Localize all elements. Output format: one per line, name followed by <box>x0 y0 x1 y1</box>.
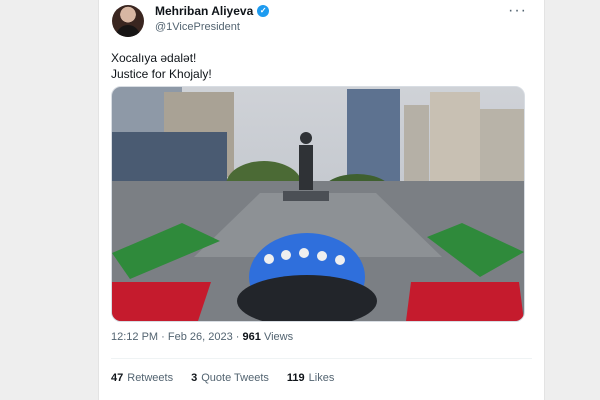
views-label: Views <box>263 331 294 343</box>
tweet-text: Xocalıya ədalət! Justice for Khojaly! <box>111 50 212 82</box>
right-tower-2 <box>430 92 480 187</box>
crowd-head <box>299 248 309 258</box>
crowd-head <box>317 251 327 261</box>
crowd-head <box>281 250 291 260</box>
author-name[interactable]: Mehriban Aliyeva <box>155 4 253 18</box>
retweets-label: Retweets <box>127 372 174 384</box>
tweet-text-line-2: Justice for Khojaly! <box>111 67 212 81</box>
photo-scene <box>112 87 524 321</box>
meta-separator: · <box>235 331 240 343</box>
views-count: 961 <box>242 331 261 343</box>
right-tower-1 <box>404 105 429 187</box>
author-name-row[interactable]: Mehriban Aliyeva ✓ <box>155 4 270 18</box>
tweet-time[interactable]: 12:12 PM <box>111 331 158 343</box>
meta-separator: · <box>161 331 165 343</box>
tweet-text-line-1: Xocalıya ədalət! <box>111 51 197 65</box>
engagement-stats: 47 Retweets 3 Quote Tweets 119 Likes <box>111 372 334 384</box>
likes-count: 119 <box>286 372 305 384</box>
left-red-carpet <box>112 282 211 321</box>
monument-pedestal <box>299 145 313 190</box>
crowd-head <box>335 255 345 265</box>
tweet-card: Mehriban Aliyeva ✓ @1VicePresident ··· X… <box>98 0 545 400</box>
quote-tweets-label: Quote Tweets <box>201 372 269 384</box>
retweets-stat[interactable]: 47 Retweets <box>111 372 173 384</box>
right-tower-3 <box>480 109 524 187</box>
avatar-silhouette <box>116 25 140 37</box>
tweet-photo[interactable] <box>111 86 525 322</box>
tweet-date[interactable]: Feb 26, 2023 <box>168 331 233 343</box>
likes-label: Likes <box>308 372 335 384</box>
author-avatar[interactable] <box>112 5 144 37</box>
more-options-button[interactable]: ··· <box>502 2 526 20</box>
author-handle[interactable]: @1VicePresident <box>155 21 240 33</box>
tweet-metadata: 12:12 PM · Feb 26, 2023 · 961 Views <box>111 331 293 343</box>
metadata-divider <box>111 358 532 359</box>
quote-tweets-stat[interactable]: 3 Quote Tweets <box>191 372 269 384</box>
likes-stat[interactable]: 119 Likes <box>287 372 334 384</box>
monument-head <box>300 132 312 144</box>
center-tower <box>347 89 400 187</box>
crowd-head <box>264 254 274 264</box>
verified-badge-icon: ✓ <box>257 5 270 17</box>
quote-tweets-count: 3 <box>191 372 198 384</box>
retweets-count: 47 <box>111 372 124 384</box>
left-glass-block <box>112 132 227 182</box>
right-red-carpet <box>406 282 524 321</box>
monument-base <box>283 191 329 201</box>
